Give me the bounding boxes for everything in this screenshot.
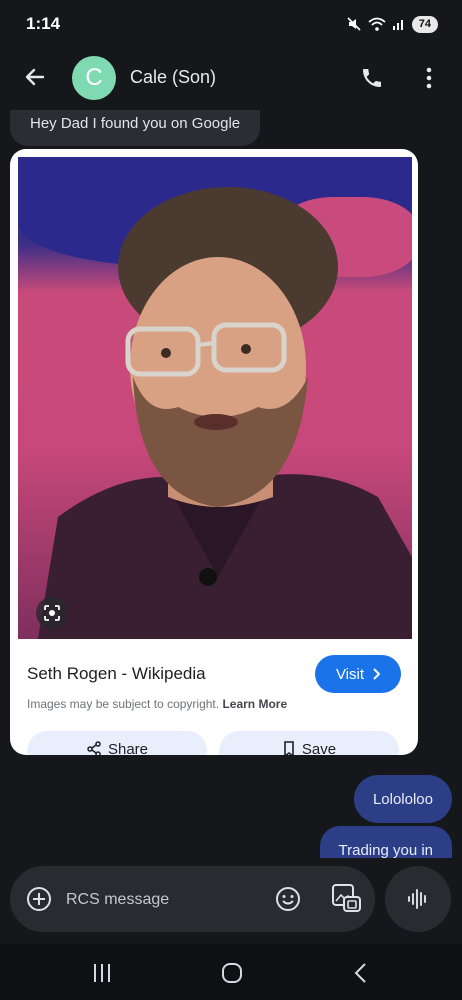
- conversation-header: C Cale (Son): [0, 48, 462, 110]
- more-options-button[interactable]: [416, 62, 442, 94]
- person-photo: [38, 187, 412, 639]
- status-time: 1:14: [26, 14, 61, 33]
- system-navigation-bar: [0, 944, 462, 1000]
- share-label: Share: [107, 741, 149, 755]
- incoming-message[interactable]: Hey Dad I found you on Google: [10, 110, 261, 146]
- wifi-icon: [368, 17, 386, 31]
- emoji-icon[interactable]: [275, 886, 301, 912]
- gallery-icon[interactable]: [330, 882, 362, 914]
- status-bar: 1:14 74: [0, 0, 462, 48]
- more-vert-icon: [426, 67, 432, 89]
- contact-name[interactable]: Cale (Son): [130, 67, 216, 88]
- outgoing-message[interactable]: Trading you in: [319, 826, 452, 858]
- copyright-notice: Images may be subject to copyright. Lear…: [27, 697, 287, 711]
- message-input[interactable]: [66, 889, 266, 911]
- lens-icon: [44, 605, 60, 621]
- bookmark-icon: [284, 741, 294, 755]
- home-icon[interactable]: [220, 961, 244, 985]
- mute-icon: [347, 17, 361, 31]
- message-list[interactable]: Hey Dad I found you on Google Seth Rogen…: [0, 110, 462, 858]
- phone-icon: [363, 69, 381, 87]
- rich-link-card[interactable]: Seth Rogen - Wikipedia Visit Images may …: [10, 149, 418, 755]
- save-label: Save: [301, 741, 337, 755]
- contact-avatar[interactable]: C: [72, 56, 116, 100]
- voice-waveform-icon: [408, 889, 426, 909]
- card-title[interactable]: Seth Rogen - Wikipedia: [27, 664, 206, 684]
- card-actions: Share Save: [27, 731, 399, 755]
- voice-message-button[interactable]: [385, 866, 451, 932]
- recent-apps-icon[interactable]: [90, 962, 114, 984]
- lens-search-button[interactable]: [36, 597, 68, 629]
- arrow-back-icon: [25, 68, 45, 86]
- share-button[interactable]: Share: [27, 731, 207, 755]
- chevron-right-icon: [373, 668, 381, 680]
- visit-label: Visit: [335, 665, 365, 683]
- outgoing-message[interactable]: Lolololoo: [353, 775, 452, 823]
- copyright-text: Images may be subject to copyright.: [27, 697, 220, 711]
- card-image[interactable]: [18, 157, 412, 639]
- call-button[interactable]: [356, 62, 388, 94]
- status-icons: 74: [346, 15, 438, 33]
- save-button[interactable]: Save: [219, 731, 399, 755]
- battery-indicator: 74: [411, 15, 438, 33]
- learn-more-link[interactable]: Learn More: [222, 697, 287, 711]
- add-attachment-icon[interactable]: [26, 886, 52, 912]
- nav-back-icon[interactable]: [350, 961, 372, 985]
- visit-button[interactable]: Visit: [315, 655, 401, 693]
- share-icon: [87, 741, 101, 755]
- signal-icon: [392, 20, 403, 30]
- message-composer: [10, 866, 375, 932]
- back-button[interactable]: [20, 62, 50, 92]
